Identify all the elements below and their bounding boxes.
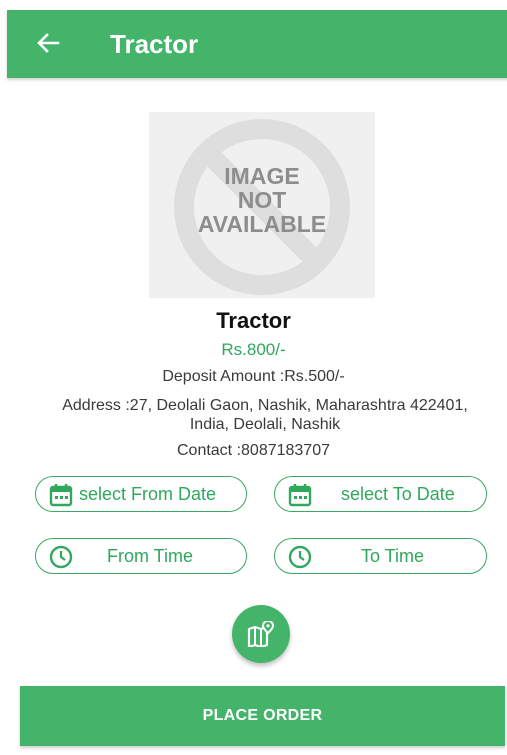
- to-date-label: select To Date: [341, 484, 455, 504]
- to-time-label: To Time: [361, 546, 425, 566]
- product-price: Rs.800/-: [221, 340, 286, 359]
- select-to-date-button[interactable]: select To Date: [274, 476, 487, 512]
- calendar-icon: [288, 484, 312, 507]
- calendar-icon: [49, 484, 73, 507]
- contact-number: Contact :8087183707: [176, 442, 330, 459]
- from-date-label: select From Date: [79, 484, 217, 504]
- product-address: Address :27, Deolali Gaon, Nashik, Mahar…: [0, 396, 507, 434]
- to-time-button[interactable]: To Time: [274, 538, 487, 574]
- clock-icon: [49, 545, 73, 569]
- select-from-date-button[interactable]: select From Date: [35, 476, 247, 512]
- placeholder-text-line2: NOT: [237, 187, 287, 213]
- place-order-button[interactable]: PLACE ORDER: [20, 686, 505, 746]
- placeholder-text-line3: AVAILABLE: [197, 211, 327, 237]
- back-arrow-icon[interactable]: [33, 28, 63, 58]
- product-image-placeholder: IMAGE NOT AVAILABLE: [149, 112, 375, 298]
- page-title: Tractor: [110, 29, 199, 59]
- product-name: Tractor: [216, 308, 291, 333]
- from-time-button[interactable]: From Time: [35, 538, 247, 574]
- address-line1: Address :27, Deolali Gaon, Nashik, Mahar…: [62, 397, 468, 414]
- placeholder-text-line1: IMAGE: [224, 163, 300, 189]
- from-time-label: From Time: [107, 546, 194, 566]
- clock-icon: [288, 545, 312, 569]
- app-bar: Tractor: [7, 10, 507, 78]
- address-line2: India, Deolali, Nashik: [189, 416, 341, 433]
- deposit-amount: Deposit Amount :Rs.500/-: [162, 368, 345, 385]
- map-location-button[interactable]: [232, 605, 290, 663]
- map-pin-icon: [247, 621, 275, 647]
